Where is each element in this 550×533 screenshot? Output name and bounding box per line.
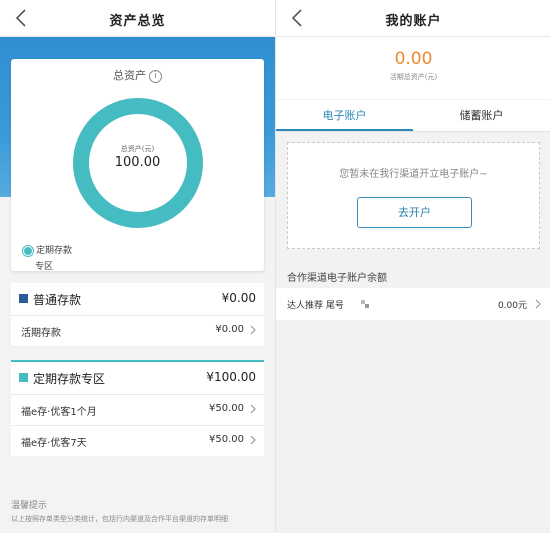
donut-value: 100.00 — [114, 155, 161, 170]
account-tabs: 电子账户 储蓄账户 — [276, 100, 550, 132]
legend-label: 定期存款 — [36, 246, 73, 256]
open-account-button[interactable]: 去开户 — [357, 197, 472, 228]
empty-state-box: 您暂未在我行渠道开立电子账户~ 去开户 — [287, 142, 540, 249]
partner-heading: 合作渠道电子账户余额 — [287, 273, 387, 284]
my-account-panel: 我的账户 0.00 活期总资产(元) 电子账户 储蓄账户 您暂未在我行渠道开立电… — [275, 0, 550, 533]
page-title: 资产总览 — [109, 14, 166, 29]
regular-deposit-section: 普通存款 ¥0.00 活期存款 ¥0.00 — [11, 283, 264, 347]
tip-text: 以上按照存单类型分类统计，包括行内渠道及合作平台渠道的存单明细 — [11, 515, 228, 523]
section-name: 普通存款 — [33, 293, 82, 307]
section-amount: ¥100.00 — [206, 370, 256, 384]
row-amount: ¥0.00 — [215, 324, 244, 335]
legend-sub-label: 专区 — [35, 262, 54, 272]
row-name: 福e存·优客1个月 — [21, 407, 97, 418]
masked-number-icon — [361, 300, 369, 308]
deposit-row[interactable]: 福e存·优客7天 ¥50.00 — [11, 426, 264, 456]
row-name: 活期存款 — [21, 328, 61, 339]
top-bar: 资产总览 — [0, 0, 275, 37]
chevron-right-icon — [250, 325, 256, 335]
active-tab-indicator — [276, 129, 413, 131]
info-icon[interactable]: i — [149, 69, 162, 83]
deposit-row[interactable]: 活期存款 ¥0.00 — [11, 316, 264, 347]
balance-value: 0.00 — [394, 49, 433, 69]
total-assets-card: 总资产 i 总资产(元) 100.00 定期存款 专区 — [11, 59, 264, 272]
balance-label: 活期总资产(元) — [389, 73, 438, 81]
row-name: 福e存·优客7天 — [21, 438, 87, 449]
empty-message: 您暂未在我行渠道开立电子账户~ — [339, 169, 488, 180]
section-name: 定期存款专区 — [33, 372, 106, 386]
section-header: 普通存款 ¥0.00 — [11, 283, 264, 316]
chevron-right-icon — [535, 299, 541, 309]
section-color-marker — [19, 373, 28, 382]
partner-account-row[interactable]: 达人推荐 尾号 0.00元 — [276, 288, 550, 320]
legend-dot — [23, 245, 33, 256]
tab-e-account[interactable]: 电子账户 — [276, 107, 413, 123]
page-title: 我的账户 — [385, 14, 442, 29]
card-title: 总资产 i — [11, 67, 264, 83]
partner-name: 达人推荐 尾号 — [287, 301, 344, 311]
card-title-text: 总资产 — [113, 69, 146, 82]
partner-amount: 0.00元 — [497, 301, 527, 311]
section-color-marker — [19, 294, 28, 303]
balance-summary: 0.00 活期总资产(元) — [276, 37, 550, 99]
time-deposit-section: 定期存款专区 ¥100.00 福e存·优客1个月 ¥50.00 福e存·优客7天… — [11, 360, 264, 456]
section-header: 定期存款专区 ¥100.00 — [11, 362, 264, 395]
tip-title: 温馨提示 — [11, 501, 48, 511]
asset-overview-panel: 资产总览 总资产 i 总资产(元) 100.00 定期存款 专区 普通存款 ¥0.… — [0, 0, 275, 533]
chevron-right-icon — [250, 435, 256, 445]
row-amount: ¥50.00 — [209, 434, 244, 445]
donut-label: 总资产(元) — [120, 145, 155, 153]
top-bar: 我的账户 — [276, 0, 550, 37]
section-amount: ¥0.00 — [221, 291, 256, 305]
deposit-row[interactable]: 福e存·优客1个月 ¥50.00 — [11, 395, 264, 426]
row-amount: ¥50.00 — [209, 403, 244, 414]
tab-savings-account[interactable]: 储蓄账户 — [413, 107, 550, 123]
chart-legend: 定期存款 — [23, 243, 72, 256]
chevron-right-icon — [250, 404, 256, 414]
